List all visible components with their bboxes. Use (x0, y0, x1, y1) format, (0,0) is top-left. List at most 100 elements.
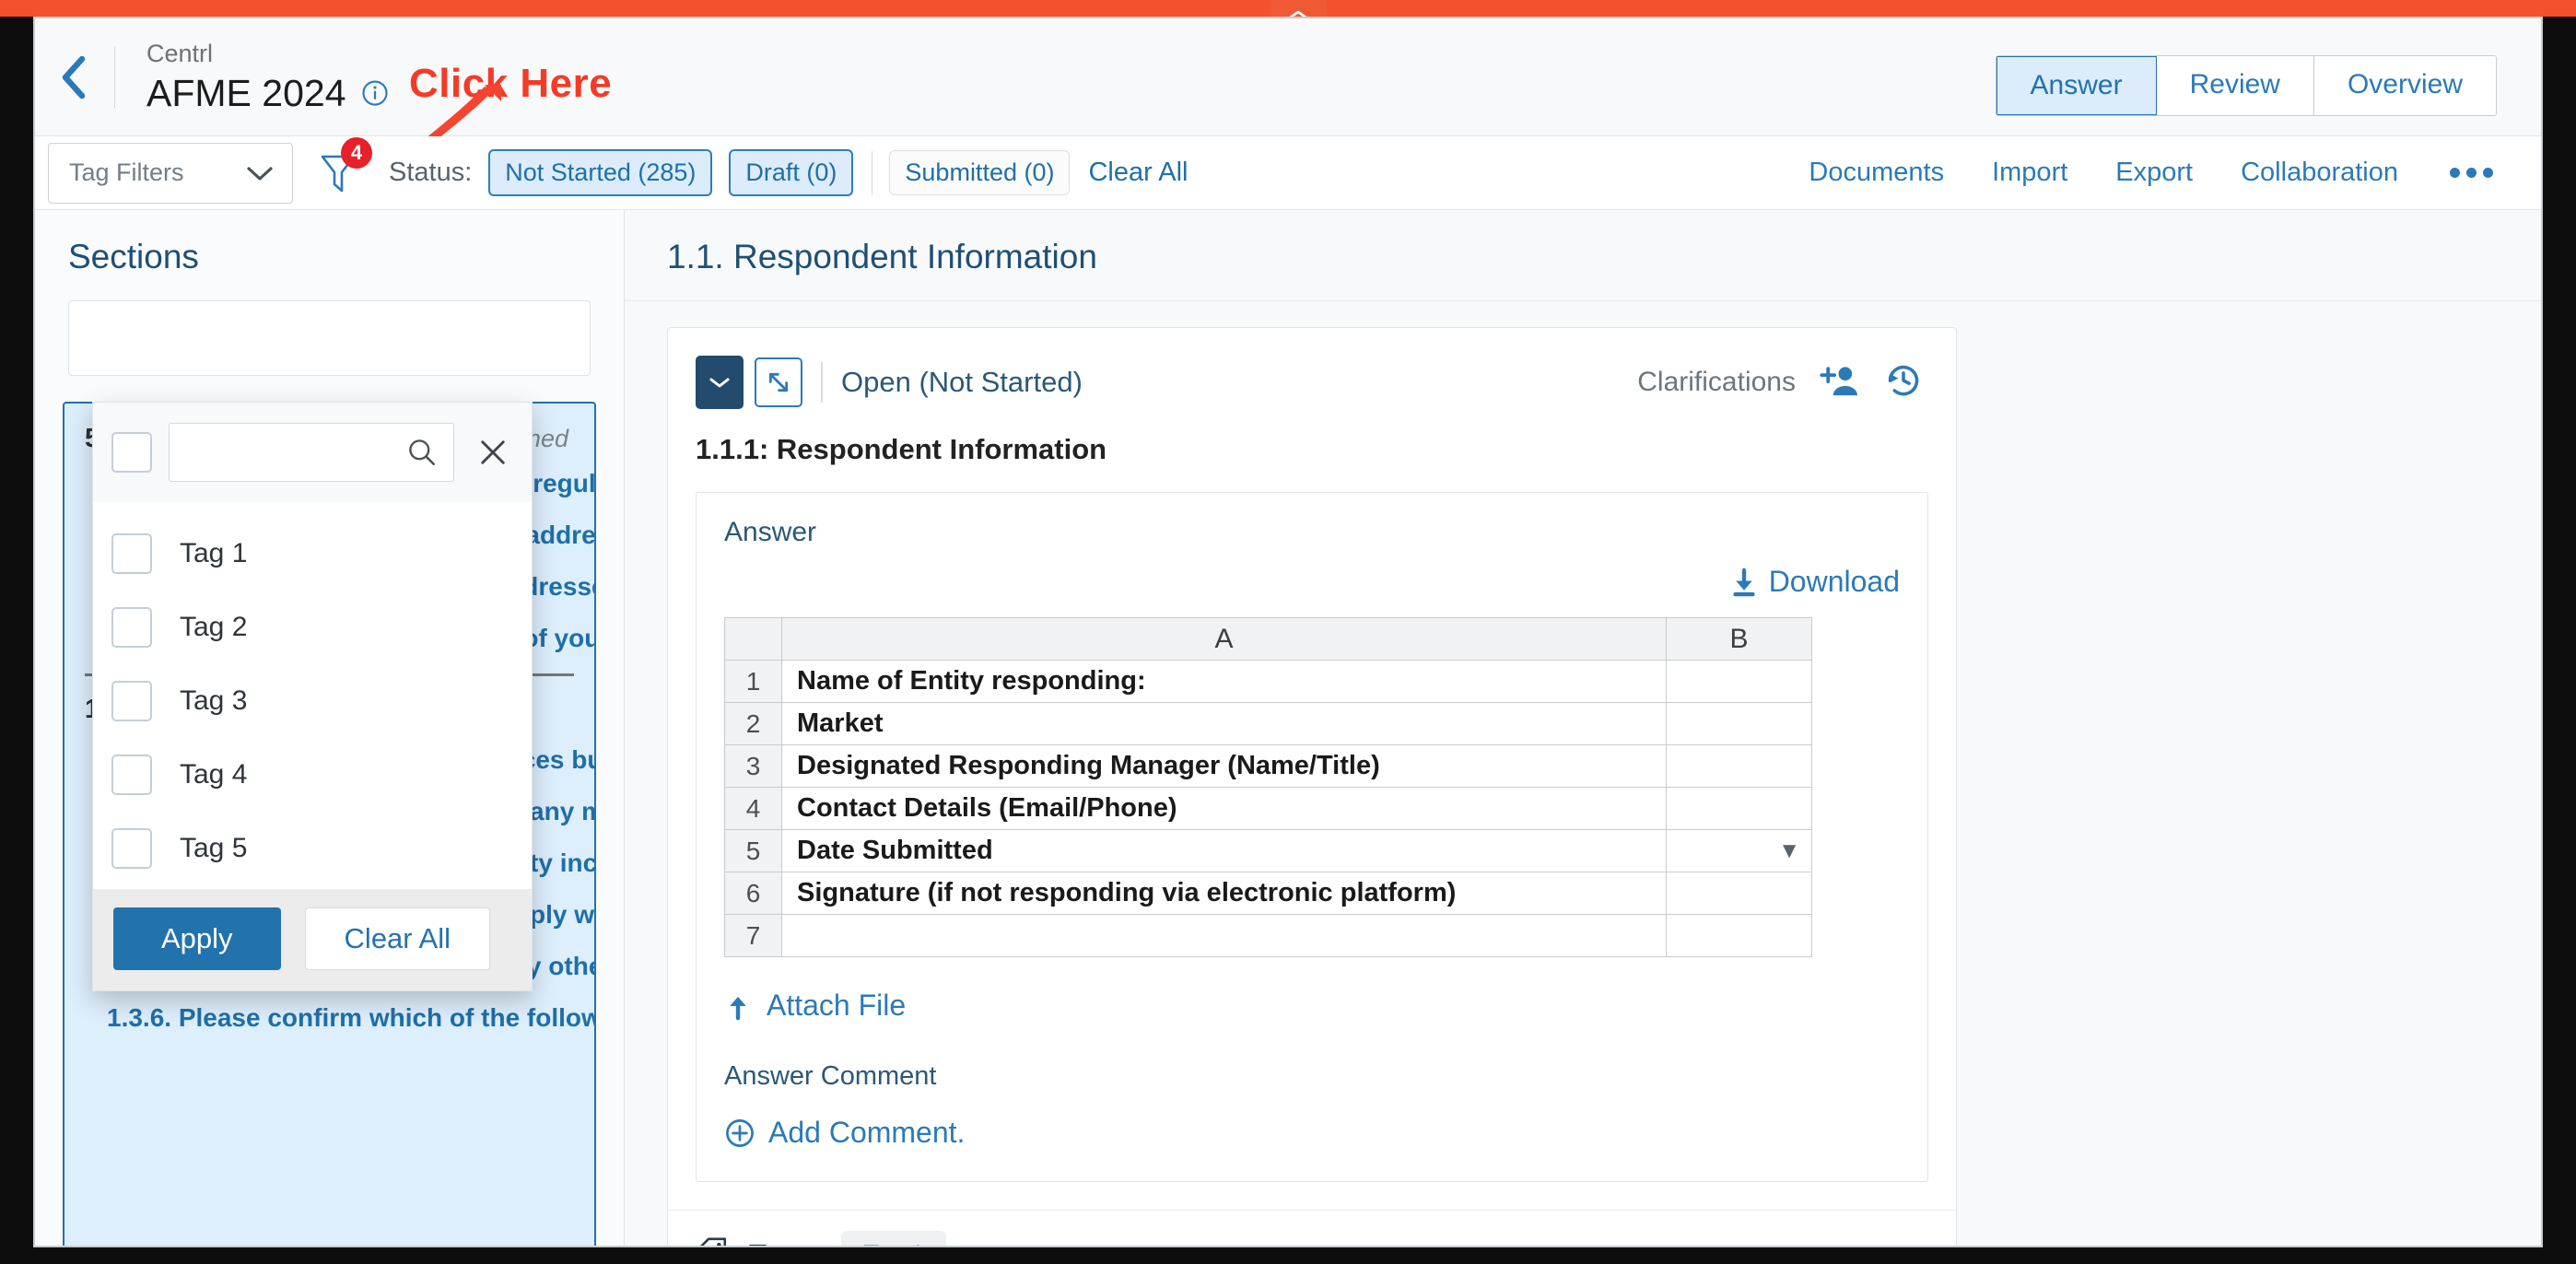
ellipsis-horizontal-icon[interactable] (2446, 158, 2497, 187)
table-row: 5 Date Submitted ▼ (725, 830, 1812, 872)
cell-b[interactable] (1667, 915, 1812, 957)
tag-filters-dropdown[interactable]: Tag Filters (48, 143, 293, 204)
documents-link[interactable]: Documents (1809, 158, 1944, 188)
question-header-actions: Clarifications (1637, 361, 1923, 404)
tab-overview[interactable]: Overview (2314, 56, 2496, 115)
row-index: 7 (725, 915, 782, 957)
expand-diagonal-icon (764, 368, 793, 397)
cell-b[interactable] (1667, 745, 1812, 788)
tag-dropdown-footer: Apply Clear All (93, 889, 532, 990)
answer-spreadsheet: A B 1 Name of Entity responding: (724, 617, 1812, 957)
tag-checkbox[interactable] (111, 828, 152, 869)
search-icon (405, 436, 439, 469)
close-x-icon[interactable] (471, 436, 515, 469)
collaboration-link[interactable]: Collaboration (2241, 158, 2398, 188)
page-title: AFME 2024 (146, 69, 346, 117)
history-clock-icon[interactable] (1884, 361, 1923, 404)
question-number: 1.1.1: Respondent Information (668, 409, 1956, 466)
cell-a[interactable] (782, 915, 1667, 957)
tag-checkbox[interactable] (111, 755, 152, 795)
collapse-question-button[interactable] (696, 356, 744, 409)
filter-funnel-button[interactable]: 4 (319, 150, 357, 196)
download-row[interactable]: Download (724, 565, 1900, 599)
chevron-down-icon (708, 375, 732, 390)
row-index: 2 (725, 703, 782, 745)
upload-arrow-icon (724, 991, 752, 1021)
sidebar-search-input[interactable] (68, 300, 591, 376)
status-clear-all-link[interactable]: Clear All (1088, 158, 1188, 188)
tag-option-list: Tag 1 Tag 2 Tag 3 Tag 4 (93, 502, 532, 889)
export-link[interactable]: Export (2115, 158, 2193, 188)
tag-option-3[interactable]: Tag 3 (93, 664, 532, 738)
import-link[interactable]: Import (1992, 158, 2067, 188)
tag-option-label: Tag 5 (180, 833, 247, 864)
view-tab-group: Answer Review Overview (1996, 55, 2497, 116)
answer-comment-label: Answer Comment (724, 1061, 1900, 1092)
cell-b[interactable] (1667, 661, 1812, 703)
tag-checkbox[interactable] (111, 607, 152, 648)
status-pill-submitted[interactable]: Submitted (0) (889, 150, 1070, 195)
expand-question-button[interactable] (755, 357, 802, 407)
cell-a[interactable]: Name of Entity responding: (782, 661, 1667, 703)
tab-answer[interactable]: Answer (1996, 55, 2158, 116)
status-pill-draft[interactable]: Draft (0) (729, 149, 853, 196)
click-here-annotation: Click Here (409, 61, 612, 107)
table-row: 7 (725, 915, 1812, 957)
tag-option-label: Tag 3 (180, 685, 247, 717)
tag-option-label: Tag 2 (180, 612, 247, 643)
attach-file-button[interactable]: Attach File (724, 989, 1900, 1023)
tag-option-2[interactable]: Tag 2 (93, 591, 532, 664)
table-row: 1 Name of Entity responding: (725, 661, 1812, 703)
row-index: 4 (725, 788, 782, 830)
sidebar-title: Sections (35, 210, 624, 276)
screenshot-root: Centrl AFME 2024 Click Here Answer Revie… (0, 0, 2576, 1264)
tag-option-1[interactable]: Tag 1 (93, 517, 532, 591)
tag-chip[interactable]: Tag 1 (841, 1231, 946, 1247)
answer-label: Answer (724, 517, 1900, 548)
tag-checkbox[interactable] (111, 533, 152, 574)
tab-review[interactable]: Review (2157, 56, 2314, 115)
tag-search-input[interactable] (169, 423, 454, 482)
tag-checkbox[interactable] (111, 681, 152, 721)
cell-b[interactable] (1667, 703, 1812, 745)
clear-all-button[interactable]: Clear All (305, 907, 490, 970)
apply-button[interactable]: Apply (113, 907, 281, 970)
cell-a[interactable]: Contact Details (Email/Phone) (782, 788, 1667, 830)
cell-b-dropdown[interactable]: ▼ (1667, 830, 1812, 872)
title-block: Centrl AFME 2024 (115, 38, 389, 117)
app-window: Centrl AFME 2024 Click Here Answer Revie… (33, 17, 2543, 1247)
table-row: 4 Contact Details (Email/Phone) (725, 788, 1812, 830)
cell-a[interactable]: Signature (if not responding via electro… (782, 872, 1667, 915)
add-person-icon[interactable] (1820, 363, 1860, 403)
tag-option-label: Tag 4 (180, 759, 247, 790)
select-all-checkbox[interactable] (111, 432, 152, 473)
cell-b[interactable] (1667, 872, 1812, 915)
tag-filter-dropdown-panel: Tag 1 Tag 2 Tag 3 Tag 4 (92, 402, 533, 991)
cell-a[interactable]: Market (782, 703, 1667, 745)
sheet-corner-cell (725, 618, 782, 661)
table-row: 2 Market (725, 703, 1812, 745)
status-label: Status: (389, 158, 472, 188)
org-name: Centrl (146, 38, 389, 69)
cell-a[interactable]: Date Submitted (782, 830, 1667, 872)
info-circle-icon[interactable] (361, 79, 389, 107)
cell-b[interactable] (1667, 788, 1812, 830)
tag-icon (696, 1236, 731, 1247)
header-divider (821, 362, 823, 403)
status-pill-not-started[interactable]: Not Started (285) (488, 149, 712, 196)
main-panel: 1.1. Respondent Information (625, 210, 2541, 1247)
back-button[interactable] (35, 18, 114, 136)
sheet-col-a: A (782, 618, 1667, 661)
body-split: Sections 5. Assigned 1.2.1. Please state… (35, 210, 2541, 1247)
table-row: 3 Designated Responding Manager (Name/Ti… (725, 745, 1812, 788)
list-item[interactable]: 1.3.6. Please confirm which of the follo… (64, 992, 594, 1044)
tag-option-5[interactable]: Tag 5 (93, 812, 532, 885)
app-header: Centrl AFME 2024 Click Here Answer Revie… (35, 18, 2541, 136)
cell-a[interactable]: Designated Responding Manager (Name/Titl… (782, 745, 1667, 788)
question-card-header: Open (Not Started) Clarifications (668, 328, 1956, 409)
tag-filters-label: Tag Filters (69, 158, 184, 187)
download-link[interactable]: Download (1769, 565, 1900, 599)
row-index: 3 (725, 745, 782, 788)
tag-option-4[interactable]: Tag 4 (93, 738, 532, 812)
add-comment-button[interactable]: Add Comment. (724, 1116, 1900, 1150)
